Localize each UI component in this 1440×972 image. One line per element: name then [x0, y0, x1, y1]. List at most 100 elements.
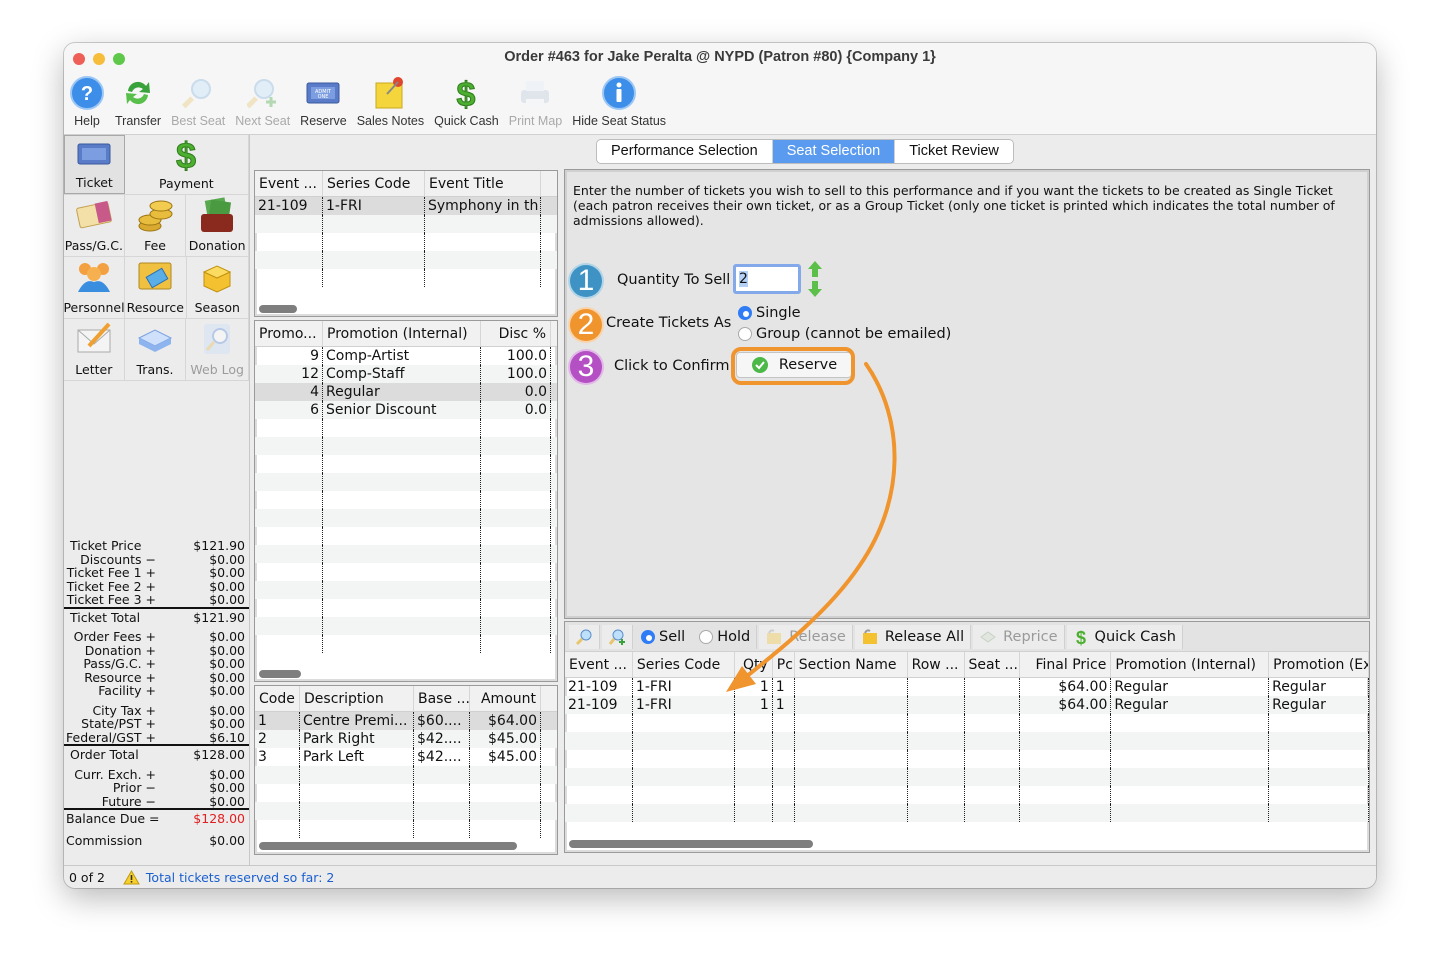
table-cell: [965, 714, 1021, 732]
palette-payment-button[interactable]: $ Payment: [125, 135, 249, 194]
order-window: Order #463 for Jake Peralta @ NYPD (Patr…: [64, 43, 1376, 888]
column-header[interactable]: Event ...: [565, 652, 633, 677]
horizontal-scrollbar[interactable]: [259, 305, 297, 313]
prior-row: Prior − $0.00: [112, 780, 245, 795]
column-header[interactable]: Final Price: [1020, 652, 1112, 677]
table-row[interactable]: 6 Senior Discount 0.0: [255, 401, 557, 419]
find-seat-button[interactable]: [569, 624, 600, 649]
table-row: [565, 714, 1369, 732]
palette-season-button[interactable]: Season: [187, 257, 249, 318]
table-cell: [908, 768, 965, 786]
table-cell: [633, 714, 735, 732]
step-3-badge: 3: [568, 349, 604, 385]
table-row[interactable]: 4 Regular 0.0: [255, 383, 557, 401]
balance-due-row: Balance Due = $128.00: [66, 811, 245, 826]
reserve-button[interactable]: Reserve: [736, 352, 852, 378]
palette-pass-gc-button[interactable]: Pass/G.C.: [64, 195, 125, 256]
column-header[interactable]: Promotion (Internal): [1111, 652, 1270, 677]
single-radio[interactable]: Single: [738, 305, 801, 321]
quantity-input[interactable]: 2: [733, 264, 801, 294]
palette-donation-button[interactable]: Donation: [186, 195, 249, 256]
group-radio[interactable]: Group (cannot be emailed): [738, 326, 951, 342]
table-cell: [481, 635, 551, 653]
hide-seat-status-button[interactable]: Hide Seat Status: [567, 75, 671, 133]
seat-selection-panel: Enter the number of tickets you wish to …: [564, 169, 1370, 619]
sell-radio[interactable]: Sell: [635, 625, 691, 649]
table-row[interactable]: 3 Park Left $42.... $45.00: [255, 748, 557, 766]
column-header[interactable]: Series Code: [633, 652, 735, 677]
palette-letter-button[interactable]: Letter: [64, 319, 125, 380]
svg-text:ONE: ONE: [318, 94, 329, 100]
reprice-button[interactable]: Reprice: [973, 624, 1065, 649]
table-cell: [300, 766, 414, 784]
tab-seat-selection[interactable]: Seat Selection: [772, 140, 896, 163]
table-cell: [633, 786, 735, 804]
best-seat-icon: [180, 75, 216, 111]
table-row[interactable]: 21-109 1-FRI 1 1 $64.00 Regular Regular: [565, 696, 1369, 714]
table-cell: 1: [735, 696, 773, 714]
column-header[interactable]: Description: [300, 686, 414, 711]
tab-performance-selection[interactable]: Performance Selection: [597, 140, 773, 163]
best-seat-button[interactable]: Best Seat: [166, 75, 230, 133]
column-header[interactable]: Promotion (Internal): [323, 321, 481, 346]
table-cell: [908, 804, 965, 822]
add-seat-button[interactable]: [602, 624, 633, 649]
horizontal-scrollbar[interactable]: [569, 840, 813, 848]
column-header[interactable]: Pc: [773, 652, 795, 677]
column-header[interactable]: Seat ...: [965, 652, 1021, 677]
reserve-toolbar-button[interactable]: ADMIT ONE Reserve: [295, 75, 352, 133]
palette-resource-button[interactable]: Resource: [125, 257, 187, 318]
table-row: [255, 599, 557, 617]
table-cell: [735, 804, 773, 822]
table-cell: [1020, 714, 1112, 732]
quick-cash-button[interactable]: $ Quick Cash: [1066, 624, 1183, 649]
column-header[interactable]: Amount: [470, 686, 541, 711]
column-header[interactable]: Promo...: [255, 321, 323, 346]
column-header[interactable]: Series Code: [323, 171, 425, 196]
column-header[interactable]: Promotion (Ex: [1269, 652, 1369, 677]
print-map-button[interactable]: Print Map: [504, 75, 568, 133]
hold-radio[interactable]: Hold: [693, 624, 758, 649]
table-cell: 100.0: [481, 347, 551, 365]
column-header[interactable]: Base ...: [414, 686, 470, 711]
next-seat-button[interactable]: Next Seat: [230, 75, 295, 133]
help-button[interactable]: ? Help: [64, 75, 110, 133]
quantity-stepper[interactable]: [807, 260, 823, 302]
column-header[interactable]: Section Name: [795, 652, 908, 677]
palette-personnel-button[interactable]: Personnel: [64, 257, 125, 318]
table-row[interactable]: 12 Comp-Staff 100.0: [255, 365, 557, 383]
palette-web-log-button[interactable]: Web Log: [186, 319, 249, 380]
table-row[interactable]: 9 Comp-Artist 100.0: [255, 347, 557, 365]
horizontal-scrollbar[interactable]: [259, 670, 301, 678]
release-button[interactable]: Release: [759, 624, 853, 649]
resource-icon: [135, 258, 175, 296]
sales-notes-button[interactable]: Sales Notes: [352, 75, 429, 133]
table-row[interactable]: 1 Centre Premi... $60.... $64.00: [255, 712, 557, 730]
column-header[interactable]: Disc %: [481, 321, 551, 346]
tab-ticket-review[interactable]: Ticket Review: [895, 140, 1013, 163]
column-header[interactable]: Code: [255, 686, 300, 711]
table-cell: [1111, 804, 1270, 822]
column-header[interactable]: Qty: [735, 652, 773, 677]
table-cell: Park Left: [300, 748, 414, 766]
status-bar: 0 of 2 Total tickets reserved so far: 2: [64, 865, 1376, 888]
palette-trans-button[interactable]: Trans.: [125, 319, 187, 380]
table-cell: 0.0: [481, 383, 551, 401]
add-seat-icon: [608, 629, 625, 645]
transfer-button[interactable]: Transfer: [110, 75, 166, 133]
column-header[interactable]: Event Title: [425, 171, 541, 196]
ticket-total-row: Ticket Total $121.90: [70, 609, 245, 625]
table-row[interactable]: 2 Park Right $42.... $45.00: [255, 730, 557, 748]
palette-fee-button[interactable]: Fee: [125, 195, 187, 256]
release-all-button[interactable]: Release All: [854, 624, 972, 649]
web-log-icon: [197, 320, 237, 358]
table-cell: [1269, 750, 1369, 768]
quick-cash-toolbar-button[interactable]: $ Quick Cash: [429, 75, 504, 133]
horizontal-scrollbar[interactable]: [259, 842, 517, 850]
column-header[interactable]: Row ...: [908, 652, 965, 677]
table-row[interactable]: 21-109 1-FRI Symphony in th: [255, 197, 557, 215]
table-row[interactable]: 21-109 1-FRI 1 1 $64.00 Regular Regular: [565, 678, 1369, 696]
column-header[interactable]: Event ...: [255, 171, 323, 196]
palette-ticket-button[interactable]: Ticket: [64, 135, 125, 194]
table-cell: $45.00: [470, 748, 541, 766]
